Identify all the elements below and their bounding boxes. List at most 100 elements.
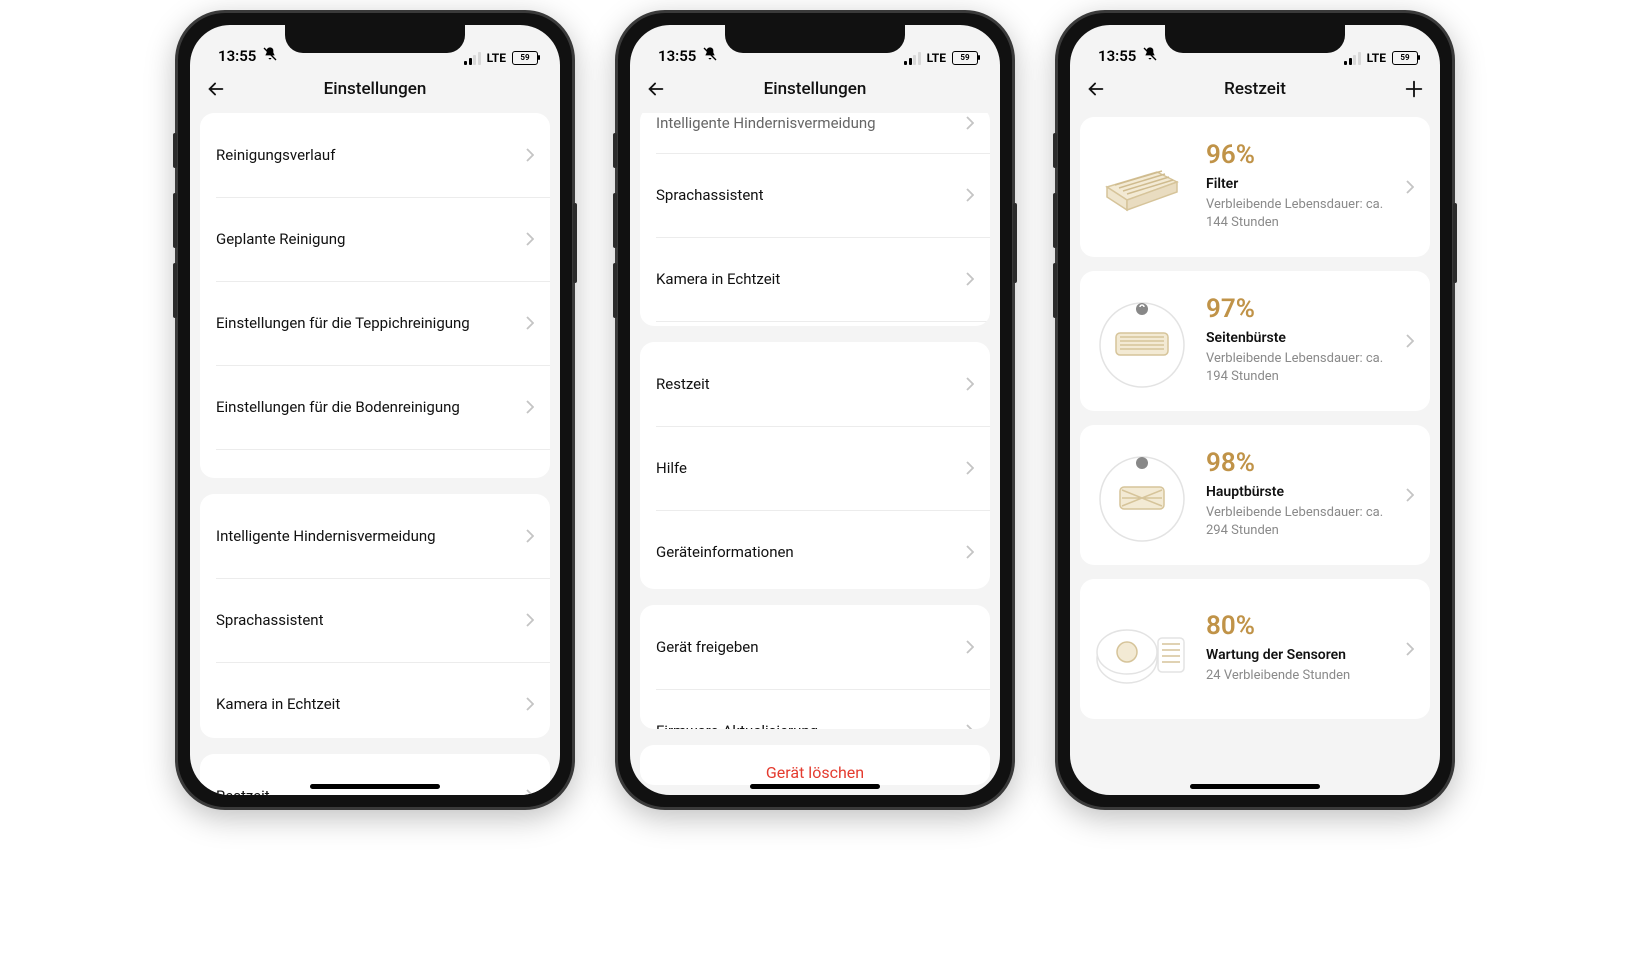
row-mop-extend[interactable]: KI-gesteuerte MopExtend™-Einstellungen (200, 449, 550, 478)
chevron-right-icon (526, 529, 534, 543)
row-label: Hilfe (656, 458, 966, 478)
side-brush-icon (1092, 291, 1192, 391)
clock: 13:55 (218, 47, 256, 65)
chevron-right-icon (526, 316, 534, 330)
screen: 13:55 LTE 59 Restzeit (1070, 25, 1440, 795)
row-label: Intelligente Hindernisvermeidung (216, 526, 526, 546)
percentage: 97% (1206, 296, 1392, 322)
row-label: Reinigungsverlauf (216, 145, 526, 165)
row-cleaning-history[interactable]: Reinigungsverlauf (200, 113, 550, 197)
row-more-functions[interactable]: Weitere Funktionen (640, 321, 990, 326)
row-label: Firmware-Aktualisierung (656, 721, 966, 729)
settings-group: Reinigungsverlauf Geplante Reinigung Ein… (200, 113, 550, 478)
row-device-info[interactable]: Geräteinformationen (640, 510, 990, 589)
page-title: Einstellungen (324, 79, 427, 99)
row-label: Intelligente Hindernisvermeidung (656, 113, 966, 133)
delete-device-button[interactable]: Gerät löschen (640, 745, 990, 785)
row-remaining-time[interactable]: Restzeit (640, 342, 990, 426)
battery-icon: 59 (952, 51, 978, 65)
consumable-name: Filter (1206, 176, 1392, 192)
chevron-right-icon (526, 148, 534, 162)
nav-header: Einstellungen (630, 65, 1000, 113)
page-title: Restzeit (1224, 79, 1286, 99)
consumable-card-filter[interactable]: 96% Filter Verbleibende Lebensdauer: ca.… (1080, 117, 1430, 257)
settings-group: Gerät freigeben Firmware-Aktualisierung (640, 605, 990, 729)
add-button[interactable] (1402, 77, 1426, 101)
consumable-card-sensors[interactable]: 80% Wartung der Sensoren 24 Verbleibende… (1080, 579, 1430, 719)
chevron-right-icon (966, 272, 974, 286)
chevron-right-icon (966, 545, 974, 559)
row-label: Sprachassistent (656, 185, 966, 205)
back-button[interactable] (204, 77, 228, 101)
phone-frame: 13:55 LTE 59 Einstellungen (615, 10, 1015, 810)
chevron-right-icon (966, 377, 974, 391)
row-carpet-settings[interactable]: Einstellungen für die Teppichreinigung (200, 281, 550, 365)
notch (1165, 25, 1345, 53)
chevron-right-icon (966, 461, 974, 475)
chevron-right-icon (966, 188, 974, 202)
chevron-right-icon (1406, 334, 1414, 348)
home-indicator (1190, 784, 1320, 789)
row-live-camera[interactable]: Kamera in Echtzeit (640, 237, 990, 321)
phone-frame: 13:55 LTE 59 Einstellungen (175, 10, 575, 810)
consumable-name: Hauptbürste (1206, 484, 1392, 500)
mute-icon (262, 46, 278, 65)
row-voice-assistant[interactable]: Sprachassistent (640, 153, 990, 237)
network-label: LTE (927, 51, 946, 65)
notch (285, 25, 465, 53)
consumable-sub: Verbleibende Lebensdauer: ca. 144 Stunde… (1206, 196, 1392, 231)
battery-icon: 59 (512, 51, 538, 65)
chevron-right-icon (526, 613, 534, 627)
network-label: LTE (1367, 51, 1386, 65)
screen: 13:55 LTE 59 Einstellungen (630, 25, 1000, 795)
consumable-sub: Verbleibende Lebensdauer: ca. 194 Stunde… (1206, 350, 1392, 385)
mute-icon (1142, 46, 1158, 65)
back-button[interactable] (644, 77, 668, 101)
chevron-right-icon (526, 697, 534, 711)
row-scheduled-cleaning[interactable]: Geplante Reinigung (200, 197, 550, 281)
consumable-sub: Verbleibende Lebensdauer: ca. 294 Stunde… (1206, 504, 1392, 539)
main-brush-icon (1092, 445, 1192, 545)
consumable-card-side-brush[interactable]: 97% Seitenbürste Verbleibende Lebensdaue… (1080, 271, 1430, 411)
consumable-name: Seitenbürste (1206, 330, 1392, 346)
screen: 13:55 LTE 59 Einstellungen (190, 25, 560, 795)
row-help[interactable]: Hilfe (640, 426, 990, 510)
chevron-right-icon (966, 724, 974, 729)
settings-group: Intelligente Hindernisvermeidung Spracha… (640, 113, 990, 326)
row-label: Geplante Reinigung (216, 229, 526, 249)
chevron-right-icon (526, 232, 534, 246)
row-label: Einstellungen für die Bodenreinigung (216, 397, 526, 417)
row-label: Kamera in Echtzeit (216, 694, 526, 714)
mute-icon (702, 46, 718, 65)
row-label: Gerät freigeben (656, 637, 966, 657)
row-firmware-update[interactable]: Firmware-Aktualisierung (640, 689, 990, 729)
row-floor-settings[interactable]: Einstellungen für die Bodenreinigung (200, 365, 550, 449)
home-indicator (310, 784, 440, 789)
clock: 13:55 (658, 47, 696, 65)
row-voice-assistant[interactable]: Sprachassistent (200, 578, 550, 662)
row-label: Geräteinformationen (656, 542, 966, 562)
chevron-right-icon (966, 640, 974, 654)
chevron-right-icon (1406, 180, 1414, 194)
network-label: LTE (487, 51, 506, 65)
page-title: Einstellungen (764, 79, 867, 99)
row-label: Sprachassistent (216, 610, 526, 630)
row-obstacle-avoidance[interactable]: Intelligente Hindernisvermeidung (640, 113, 990, 153)
home-indicator (750, 784, 880, 789)
row-live-camera[interactable]: Kamera in Echtzeit (200, 662, 550, 738)
filter-icon (1092, 137, 1192, 237)
row-obstacle-avoidance[interactable]: Intelligente Hindernisvermeidung (200, 494, 550, 578)
back-button[interactable] (1084, 77, 1108, 101)
consumable-sub: 24 Verbleibende Stunden (1206, 667, 1392, 685)
consumable-card-main-brush[interactable]: 98% Hauptbürste Verbleibende Lebensdauer… (1080, 425, 1430, 565)
chevron-right-icon (966, 116, 974, 130)
nav-header: Restzeit (1070, 65, 1440, 113)
signal-icon (1344, 52, 1361, 65)
signal-icon (464, 52, 481, 65)
row-share-device[interactable]: Gerät freigeben (640, 605, 990, 689)
signal-icon (904, 52, 921, 65)
chevron-right-icon (526, 400, 534, 414)
chevron-right-icon (526, 789, 534, 795)
nav-header: Einstellungen (190, 65, 560, 113)
row-label: Restzeit (656, 374, 966, 394)
